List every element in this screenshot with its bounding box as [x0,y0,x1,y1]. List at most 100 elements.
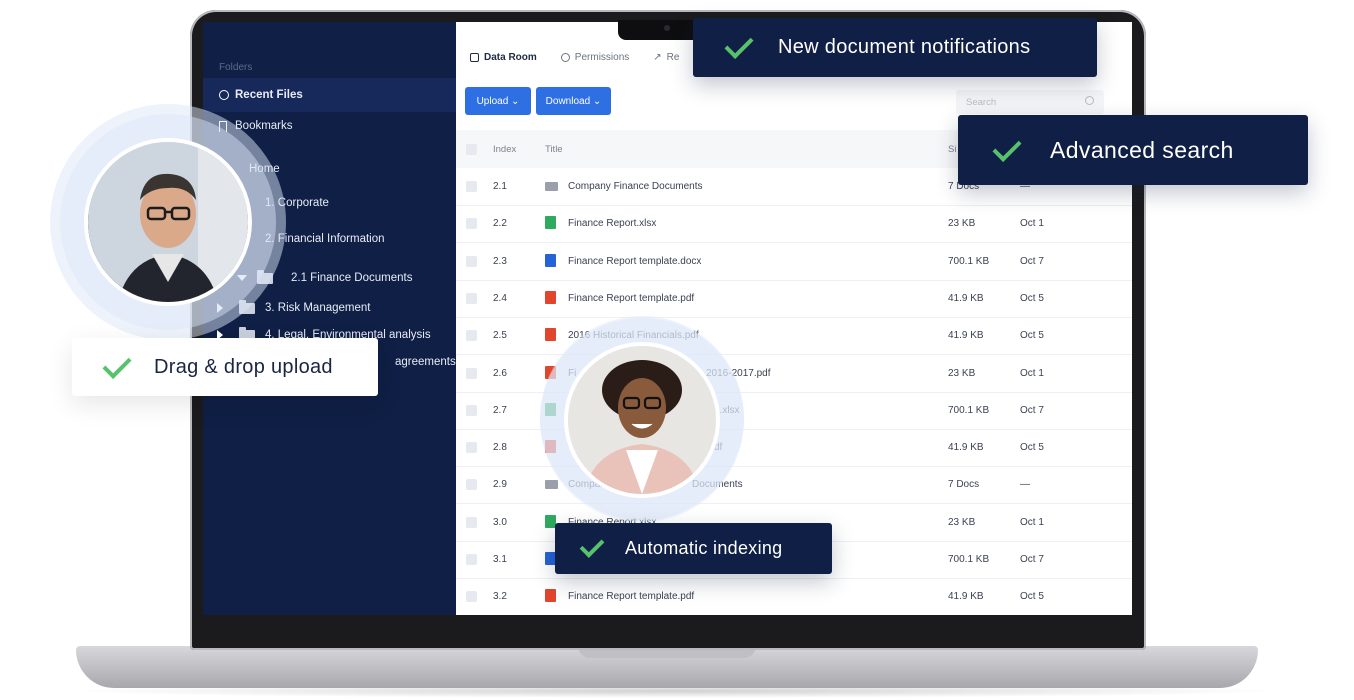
row-size: 41.9 KB [948,591,984,603]
row-index: 3.1 [493,554,507,565]
download-button[interactable]: Download ⌄ [536,87,611,115]
row-size: 700.1 KB [948,404,990,416]
user-avatar-woman [564,342,720,498]
row-checkbox[interactable] [466,554,477,565]
row-date: — [1020,479,1030,491]
row-checkbox[interactable] [466,516,477,528]
row-checkbox[interactable] [466,330,477,342]
row-date: Oct 5 [1020,330,1044,342]
row-checkbox[interactable] [466,292,477,304]
table-row[interactable]: 2.4 Finance Report template.pdf 41.9 KB Oct… [456,280,1132,318]
trend-icon: ↗ [653,52,662,63]
row-size: 700.1 KB [948,255,990,267]
row-title[interactable]: Finance Report template.pdf [568,591,694,602]
row-checkbox[interactable] [466,218,477,230]
row-checkbox[interactable] [466,181,477,192]
pdf-file-icon [545,589,556,603]
row-index: 2.6 [493,367,507,379]
row-date: Oct 5 [1020,591,1044,603]
row-title[interactable]: Finance Report template.pdf [568,293,694,304]
row-size: 700.1 KB [948,554,990,565]
row-index: 2.1 [493,181,507,192]
column-index[interactable]: Index [493,144,516,155]
tab-label: Data Room [484,52,537,63]
check-icon [102,349,132,379]
row-index: 2.2 [493,218,507,230]
row-date: Oct 1 [1020,218,1044,230]
excel-file-icon [545,216,556,230]
tree-item-label: 2.1 Finance Documents [291,272,413,284]
feature-badge-notifications: New document notifications [693,18,1097,77]
row-checkbox[interactable] [466,442,477,454]
sidebar-item-recent[interactable]: Recent Files [203,78,456,112]
tab-bar: Data Room Permissions ↗ Re [470,52,679,63]
row-size: 23 KB [948,218,976,230]
row-title[interactable]: Finance Report.xlsx [568,218,656,229]
feature-badge-indexing: Automatic indexing [555,523,832,574]
row-index: 2.8 [493,442,507,454]
sidebar-item-label: Bookmarks [235,120,293,132]
pdf-file-icon [545,290,556,304]
tab-label: Re [666,52,680,63]
row-index: 2.3 [493,255,507,267]
row-checkbox[interactable] [466,367,477,379]
row-title[interactable]: Company Finance Documents [568,181,703,192]
tree-item-agreements[interactable]: agreements [395,356,456,368]
row-size: 23 KB [948,516,976,528]
row-date: Oct 7 [1020,255,1044,267]
row-date: Oct 7 [1020,404,1044,416]
row-date: Oct 1 [1020,367,1044,379]
row-date: Oct 7 [1020,554,1044,565]
row-index: 2.7 [493,404,507,416]
row-date: Oct 5 [1020,442,1044,454]
feature-badge-drag-drop: Drag & drop upload [72,338,378,396]
row-size: 41.9 KB [948,442,984,454]
folder-sidebar: Folders Recent Files Bookmarks Home 1. C… [203,22,456,615]
camera-icon [664,25,670,31]
table-row[interactable]: 2.3 Finance Report template.docx 700.1 KB O… [456,243,1132,281]
table-row[interactable]: 2.2 Finance Report.xlsx 23 KB Oct 1 [456,205,1132,244]
row-checkbox[interactable] [466,479,477,491]
row-checkbox[interactable] [466,404,477,416]
row-index: 2.9 [493,479,507,491]
word-file-icon [545,253,556,267]
check-icon [579,533,605,558]
row-size: 7 Docs [948,479,980,491]
row-checkbox[interactable] [466,591,477,603]
tab-label: Permissions [574,52,630,63]
row-size: 41.9 KB [948,330,984,342]
badge-label: Automatic indexing [625,538,783,558]
user-avatar-man [84,138,252,306]
tab-data-room[interactable]: Data Room [470,52,537,63]
row-date: Oct 5 [1020,292,1044,304]
column-size[interactable]: Si [948,144,956,155]
tab-reports[interactable]: ↗ Re [653,52,679,63]
check-icon [992,132,1022,162]
tab-permissions[interactable]: Permissions [560,52,630,63]
sidebar-heading: Folders [219,62,253,73]
table-row[interactable]: 2.52016 Historical Financials.pdf41.9 KB… [456,317,1132,356]
search-icon[interactable] [1085,96,1094,105]
search-input[interactable]: Search [956,90,1104,114]
badge-label: Advanced search [1050,136,1234,163]
pdf-file-icon [545,328,556,342]
woman-portrait [568,346,716,494]
column-title[interactable]: Title [545,144,563,155]
row-size: 41.9 KB [948,292,984,304]
row-checkbox[interactable] [466,255,477,267]
badge-label: New document notifications [778,36,1031,58]
row-index: 2.4 [493,292,507,304]
row-index: 3.2 [493,591,507,603]
select-all-checkbox[interactable] [466,144,477,155]
row-index: 2.5 [493,330,507,342]
upload-button[interactable]: Upload ⌄ [465,87,531,115]
badge-label: Drag & drop upload [154,355,333,378]
users-icon [560,53,570,62]
row-size: 23 KB [948,367,976,379]
copy-icon [470,53,479,62]
table-row[interactable]: 3.2 Finance Report template.pdf 41.9 KB Oct… [456,578,1132,615]
row-title[interactable]: Finance Report template.docx [568,256,701,267]
check-icon [724,30,754,59]
feature-badge-search: Advanced search [958,115,1308,185]
folder-icon [545,480,558,490]
